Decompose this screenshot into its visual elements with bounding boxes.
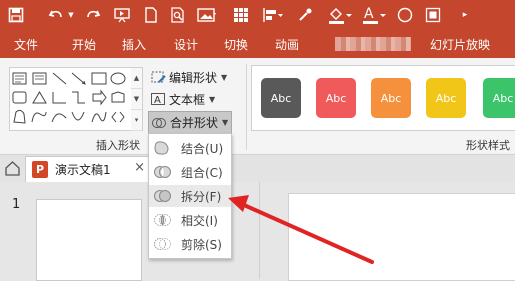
- close-icon[interactable]: ×: [134, 160, 145, 175]
- quick-access-toolbar: ▼ A ▸: [0, 0, 515, 32]
- style-swatch-gray[interactable]: Abc: [261, 78, 301, 118]
- menu-item-intersect[interactable]: 相交(I): [149, 209, 231, 231]
- style-swatch-orange[interactable]: Abc: [371, 78, 411, 118]
- style-swatch-red[interactable]: Abc: [316, 78, 356, 118]
- merge-shapes-button[interactable]: 合并形状 ▼: [148, 111, 233, 134]
- document-name: 演示文稿1: [55, 163, 111, 177]
- oval-icon[interactable]: [396, 3, 414, 27]
- ribbon-panel: ▲ ▼ ▾ 编辑形状 ▼ A 文本框 ▼ 合并形状 ▼ 插入形状 Abc Abc…: [0, 58, 515, 155]
- text-box-label: 文本框: [169, 92, 206, 107]
- shape-gallery[interactable]: [9, 67, 132, 131]
- scroll-up-icon[interactable]: ▲: [131, 68, 142, 89]
- align-icon[interactable]: [260, 3, 286, 27]
- fragment-icon: [154, 190, 171, 202]
- slide-number: 1: [12, 197, 21, 212]
- undo-dropdown-icon[interactable]: ▼: [66, 3, 76, 27]
- grid-icon[interactable]: [232, 3, 250, 27]
- shape-gallery-scrollbar[interactable]: ▲ ▼ ▾: [131, 67, 143, 131]
- edit-shape-button[interactable]: 编辑形状 ▼: [150, 67, 227, 87]
- undo-icon[interactable]: [46, 3, 66, 27]
- tab-transitions[interactable]: 切换: [214, 32, 258, 58]
- powerpoint-icon: P: [32, 161, 48, 178]
- group-separator: [246, 64, 247, 150]
- redo-icon[interactable]: [84, 3, 102, 27]
- menu-item-subtract[interactable]: 剪除(S): [149, 233, 231, 255]
- edit-shape-label: 编辑形状: [169, 70, 218, 85]
- save-icon[interactable]: [6, 3, 26, 27]
- combine-icon: [154, 166, 171, 178]
- document-tab[interactable]: P 演示文稿1 ×: [25, 156, 153, 182]
- chevron-down-icon: ▼: [209, 94, 216, 104]
- text-box-button[interactable]: A 文本框 ▼: [150, 89, 215, 109]
- blurred-region: [335, 37, 411, 51]
- svg-text:A: A: [154, 95, 161, 106]
- menu-item-combine[interactable]: 组合(C): [149, 161, 231, 183]
- style-swatch-yellow[interactable]: Abc: [426, 78, 466, 118]
- group-label-insert-shapes: 插入形状: [96, 139, 140, 152]
- align-objects-icon[interactable]: [424, 3, 442, 27]
- ribbon-tab-bar: 文件 开始 插入 设计 切换 动画 幻灯片放映: [0, 32, 515, 58]
- new-document-icon[interactable]: [142, 3, 160, 27]
- font-color-icon[interactable]: A: [360, 3, 388, 27]
- tab-design[interactable]: 设计: [164, 32, 208, 58]
- tab-animations[interactable]: 动画: [264, 32, 310, 58]
- menu-item-label: 拆分(F): [181, 189, 222, 204]
- tab-home[interactable]: 开始: [62, 32, 106, 58]
- fill-color-icon[interactable]: [326, 3, 354, 27]
- union-icon: [154, 141, 169, 155]
- subtract-icon: [154, 238, 171, 250]
- scroll-down-icon[interactable]: ▼: [131, 89, 142, 110]
- group-label-shape-styles: 形状样式: [466, 139, 510, 152]
- merge-shapes-icon: [151, 115, 167, 131]
- style-swatch-green[interactable]: Abc: [483, 78, 515, 118]
- tab-file[interactable]: 文件: [4, 32, 48, 58]
- chevron-down-icon: ▼: [221, 72, 228, 82]
- menu-item-label: 相交(I): [181, 213, 218, 228]
- edit-shape-icon: [150, 69, 166, 85]
- chevron-down-icon: ▼: [222, 118, 229, 127]
- picture-icon[interactable]: [194, 3, 220, 27]
- merge-shapes-menu: 结合(U) 组合(C) 拆分(F) 相交(I) 剪除(S): [148, 133, 232, 259]
- intersect-icon: [154, 214, 171, 226]
- print-preview-icon[interactable]: [168, 3, 188, 27]
- menu-item-fragment[interactable]: 拆分(F): [149, 185, 231, 207]
- menu-item-label: 结合(U): [181, 141, 224, 156]
- more-icon[interactable]: ▸: [458, 3, 472, 27]
- text-box-icon: A: [150, 91, 166, 107]
- merge-shapes-label: 合并形状: [170, 116, 219, 130]
- gallery-more-icon[interactable]: ▾: [131, 110, 142, 131]
- home-icon[interactable]: [4, 160, 21, 177]
- svg-text:A: A: [364, 6, 374, 22]
- pane-divider[interactable]: [259, 182, 260, 279]
- tab-slideshow[interactable]: 幻灯片放映: [420, 32, 500, 58]
- menu-item-union[interactable]: 结合(U): [149, 137, 231, 159]
- slide-thumbnail[interactable]: [36, 199, 142, 281]
- tab-insert[interactable]: 插入: [112, 32, 156, 58]
- menu-item-label: 剪除(S): [181, 237, 222, 252]
- eyedropper-icon[interactable]: [296, 3, 314, 27]
- from-beginning-icon[interactable]: [112, 3, 132, 27]
- slide-canvas[interactable]: [288, 193, 515, 281]
- menu-item-label: 组合(C): [181, 165, 223, 180]
